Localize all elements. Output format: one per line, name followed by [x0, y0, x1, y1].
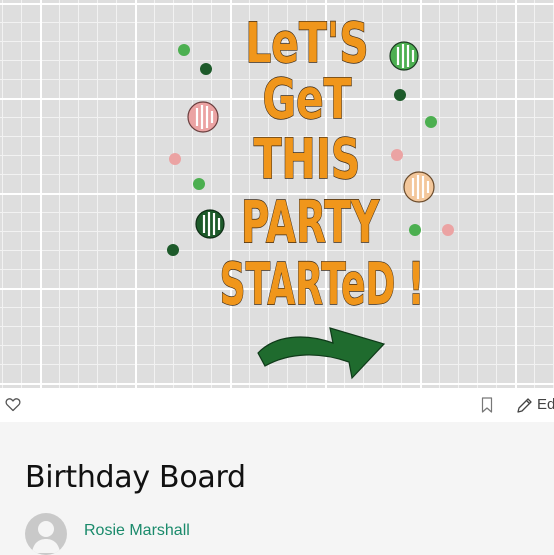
confetti-dot	[409, 224, 421, 236]
confetti-dot	[442, 224, 454, 236]
confetti-dot	[178, 44, 190, 56]
headline-line-4: PARTY	[241, 188, 380, 256]
striped-ball-ornament	[403, 171, 435, 203]
heart-outline-icon[interactable]	[5, 397, 21, 416]
confetti-dot	[391, 149, 403, 161]
author-link[interactable]: Rosie Marshall	[84, 522, 190, 540]
confetti-dot	[167, 244, 179, 256]
headline-line-3: THIS	[254, 128, 361, 192]
confetti-dot	[193, 178, 205, 190]
project-info: Birthday Board Rosie Marshall	[0, 422, 554, 555]
pencil-icon[interactable]	[516, 397, 533, 418]
project-title: Birthday Board	[25, 460, 246, 495]
confetti-dot	[394, 89, 406, 101]
arrow-graphic	[257, 327, 386, 380]
project-preview-canvas: LeT'S GeT THIS PARTY STARTeD !	[0, 0, 554, 388]
striped-ball-ornament	[195, 209, 225, 239]
avatar[interactable]	[25, 513, 67, 555]
party-design: LeT'S GeT THIS PARTY STARTeD !	[167, 11, 454, 380]
striped-ball-ornament	[389, 41, 419, 71]
user-silhouette-icon	[32, 521, 60, 553]
confetti-dot	[200, 63, 212, 75]
edit-label[interactable]: Ed	[537, 396, 554, 413]
headline-line-1: LeT'S	[245, 12, 368, 76]
project-action-bar: Ed	[0, 388, 554, 422]
confetti-dot	[425, 116, 437, 128]
confetti-dot	[169, 153, 181, 165]
bookmark-outline-icon[interactable]	[481, 397, 493, 417]
headline-line-2: GeT	[263, 68, 352, 132]
headline-line-5: STARTeD !	[220, 251, 425, 318]
striped-ball-ornament	[187, 101, 219, 133]
